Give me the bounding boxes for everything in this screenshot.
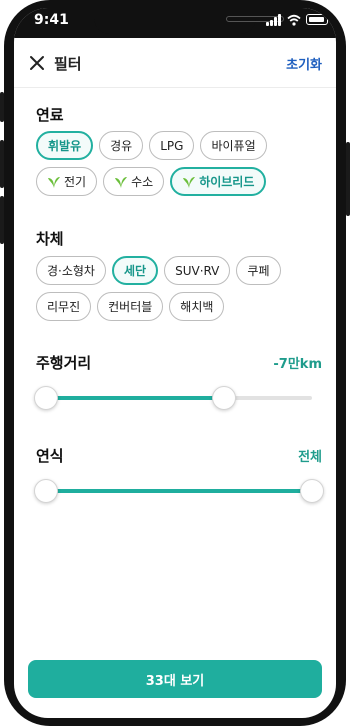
body-type-option-chip-label: 컨버터블 bbox=[108, 300, 153, 314]
body-type-option-chip[interactable]: 쿠페 bbox=[236, 256, 281, 285]
fuel-option-chip[interactable]: 휘발유 bbox=[36, 131, 94, 160]
cellular-signal-icon bbox=[266, 14, 282, 26]
body-type-option-chip-label: 리무진 bbox=[47, 300, 81, 314]
header: 필터 초기화 bbox=[14, 38, 336, 88]
phone-side-button bbox=[0, 92, 4, 122]
leaf-icon bbox=[183, 176, 196, 188]
leaf-icon bbox=[115, 176, 128, 188]
wifi-icon bbox=[287, 14, 301, 26]
reset-button[interactable]: 초기화 bbox=[286, 54, 322, 73]
mileage-slider[interactable] bbox=[34, 385, 322, 411]
body-type-option-chip[interactable]: 리무진 bbox=[36, 292, 92, 321]
fuel-option-chip[interactable]: 전기 bbox=[36, 167, 98, 196]
fuel-option-chip-label: 경유 bbox=[110, 139, 133, 153]
body-type-option-chip-label: 경·소형차 bbox=[47, 264, 95, 278]
slider-fill bbox=[46, 489, 312, 493]
fuel-option-chip-label: 수소 bbox=[131, 175, 154, 189]
app-screen: 9:41 필터 초기화 연료 휘발유 경유 LPG 바이퓨얼전기 수소 하이브리드 차체 bbox=[14, 8, 336, 718]
fuel-option-chip[interactable]: 하이브리드 bbox=[170, 167, 267, 196]
body-type-option-chip[interactable]: 해치백 bbox=[169, 292, 225, 321]
body-type-option-chip-label: 쿠페 bbox=[247, 264, 270, 278]
battery-icon bbox=[306, 14, 328, 25]
fuel-section-title: 연료 bbox=[36, 106, 64, 124]
page-title: 필터 bbox=[54, 55, 82, 73]
fuel-option-chip-label: LPG bbox=[160, 138, 184, 153]
body-type-option-chip[interactable]: SUV·RV bbox=[164, 256, 231, 285]
fuel-option-chip[interactable]: 바이퓨얼 bbox=[200, 131, 267, 160]
body-type-chip-group: 경·소형차 세단 SUV·RV 쿠페리무진 컨버터블 해치백 bbox=[36, 256, 322, 321]
status-bar: 9:41 bbox=[14, 8, 336, 38]
notch bbox=[94, 8, 284, 34]
phone-side-button bbox=[0, 196, 4, 244]
phone-side-button bbox=[346, 142, 350, 216]
slider-max-handle[interactable] bbox=[212, 386, 237, 410]
mileage-section-title: 주행거리 bbox=[36, 354, 92, 372]
status-time: 9:41 bbox=[34, 12, 69, 28]
body-type-option-chip[interactable]: 컨버터블 bbox=[97, 292, 164, 321]
fuel-option-chip-label: 바이퓨얼 bbox=[211, 139, 256, 153]
leaf-icon bbox=[48, 176, 60, 188]
year-section-title: 연식 bbox=[36, 447, 64, 465]
body-type-section-title: 차체 bbox=[36, 230, 64, 248]
mileage-value: -7만km bbox=[273, 357, 322, 372]
fuel-option-chip[interactable]: LPG bbox=[149, 131, 195, 160]
body-type-option-chip-label: 세단 bbox=[123, 264, 147, 278]
slider-min-handle[interactable] bbox=[34, 479, 58, 503]
slider-fill bbox=[46, 396, 225, 400]
body-type-option-chip[interactable]: 경·소형차 bbox=[36, 256, 106, 285]
fuel-option-chip[interactable]: 경유 bbox=[99, 131, 144, 160]
slider-min-handle[interactable] bbox=[34, 386, 58, 410]
close-icon[interactable] bbox=[28, 54, 46, 72]
body-type-option-chip[interactable]: 세단 bbox=[111, 256, 159, 285]
view-results-button[interactable]: 33대 보기 bbox=[28, 660, 322, 698]
phone-frame: 9:41 필터 초기화 연료 휘발유 경유 LPG 바이퓨얼전기 수소 하이브리드 차체 bbox=[0, 0, 350, 726]
body-type-option-chip-label: SUV·RV bbox=[175, 263, 220, 278]
fuel-option-chip[interactable]: 수소 bbox=[103, 167, 165, 196]
slider-max-handle[interactable] bbox=[300, 479, 324, 503]
fuel-option-chip-label: 전기 bbox=[64, 175, 87, 189]
body-type-option-chip-label: 해치백 bbox=[180, 300, 214, 314]
year-slider[interactable] bbox=[34, 478, 324, 504]
fuel-option-chip-label: 휘발유 bbox=[48, 139, 82, 153]
phone-side-button bbox=[0, 140, 4, 188]
year-value: 전체 bbox=[298, 450, 322, 465]
fuel-option-chip-label: 하이브리드 bbox=[199, 175, 255, 189]
fuel-chip-group: 휘발유 경유 LPG 바이퓨얼전기 수소 하이브리드 bbox=[36, 131, 322, 196]
